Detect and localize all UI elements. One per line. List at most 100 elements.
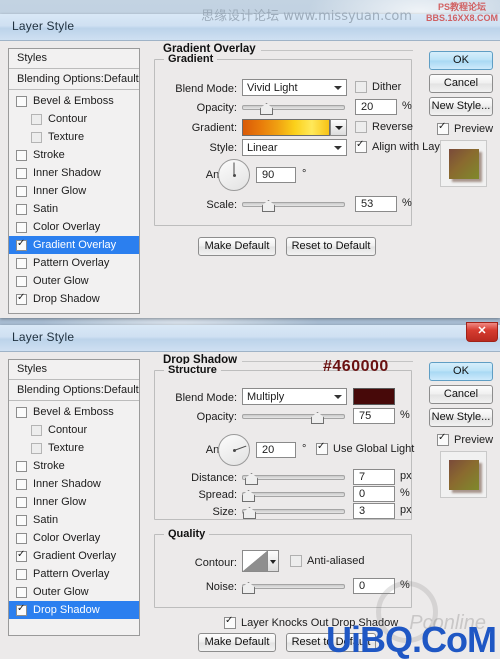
- size-slider[interactable]: [242, 505, 345, 519]
- close-icon[interactable]: ✕: [466, 322, 498, 342]
- size-unit: px: [400, 504, 412, 516]
- effect-gradient-overlay[interactable]: Gradient Overlay: [9, 236, 139, 254]
- style-dropdown[interactable]: Linear: [242, 139, 347, 156]
- checkbox-color-overlay[interactable]: [16, 221, 27, 233]
- effect-stroke[interactable]: Stroke: [9, 146, 139, 164]
- effect-bevel-emboss[interactable]: Bevel & Emboss: [9, 92, 139, 110]
- checkbox-inner-glow[interactable]: [16, 496, 27, 508]
- distance-field[interactable]: 7: [353, 469, 395, 485]
- size-field[interactable]: 3: [353, 503, 395, 519]
- effect-color-overlay[interactable]: Color Overlay: [9, 218, 139, 236]
- angle-unit: °: [302, 443, 307, 455]
- opacity-label: Opacity:: [196, 411, 237, 423]
- cancel-button[interactable]: Cancel: [429, 385, 493, 404]
- effect-stroke[interactable]: Stroke: [9, 457, 139, 475]
- effect-outer-glow[interactable]: Outer Glow: [9, 583, 139, 601]
- effect-satin[interactable]: Satin: [9, 200, 139, 218]
- checkbox-satin[interactable]: [16, 203, 27, 215]
- noise-slider[interactable]: [242, 580, 345, 594]
- angle-field[interactable]: 90: [256, 167, 296, 183]
- effect-inner-shadow[interactable]: Inner Shadow: [9, 164, 139, 182]
- checkbox-inner-shadow[interactable]: [16, 167, 27, 179]
- checkbox-inner-shadow[interactable]: [16, 478, 27, 490]
- checkbox-pattern-overlay[interactable]: [16, 568, 27, 580]
- ok-button[interactable]: OK: [429, 362, 493, 381]
- effect-bevel-emboss[interactable]: Bevel & Emboss: [9, 403, 139, 421]
- blending-options-item[interactable]: Blending Options:Default: [9, 380, 139, 401]
- checkbox-satin[interactable]: [16, 514, 27, 526]
- reverse-checkbox[interactable]: Reverse: [355, 121, 413, 133]
- effect-contour[interactable]: Contour: [9, 421, 139, 439]
- scale-slider[interactable]: [242, 198, 345, 212]
- effect-contour[interactable]: Contour: [9, 110, 139, 128]
- align-with-layer-checkbox[interactable]: Align with Layer: [355, 139, 450, 153]
- opacity-slider[interactable]: [242, 101, 345, 115]
- anti-aliased-checkbox[interactable]: Anti-aliased: [290, 555, 364, 567]
- spread-field[interactable]: 0: [353, 486, 395, 502]
- opacity-slider[interactable]: [242, 410, 345, 424]
- distance-slider[interactable]: [242, 471, 345, 485]
- checkbox-contour[interactable]: [31, 113, 42, 125]
- make-default-button[interactable]: Make Default: [198, 237, 276, 256]
- checkbox-drop-shadow[interactable]: [16, 292, 27, 305]
- effect-texture[interactable]: Texture: [9, 128, 139, 146]
- checkbox-color-overlay[interactable]: [16, 532, 27, 544]
- scale-unit: %: [402, 197, 412, 209]
- angle-dial[interactable]: [218, 434, 250, 466]
- effect-texture[interactable]: Texture: [9, 439, 139, 457]
- effect-color-overlay[interactable]: Color Overlay: [9, 529, 139, 547]
- effect-inner-glow[interactable]: Inner Glow: [9, 182, 139, 200]
- preview-checkbox[interactable]: Preview: [437, 432, 493, 446]
- effect-pattern-overlay[interactable]: Pattern Overlay: [9, 565, 139, 583]
- effect-pattern-overlay[interactable]: Pattern Overlay: [9, 254, 139, 272]
- gradient-picker-dropdown[interactable]: [330, 119, 347, 136]
- contour-preset-dropdown[interactable]: [268, 550, 279, 572]
- checkbox-contour[interactable]: [31, 424, 42, 436]
- opacity-field[interactable]: 75: [353, 408, 395, 424]
- checkbox-bevel-emboss[interactable]: [16, 95, 27, 107]
- use-global-light-checkbox[interactable]: Use Global Light: [316, 441, 414, 455]
- checkbox-outer-glow[interactable]: [16, 275, 27, 287]
- contour-swatch[interactable]: [242, 550, 268, 572]
- preview-checkbox[interactable]: Preview: [437, 121, 493, 135]
- blend-mode-dropdown[interactable]: Vivid Light: [242, 79, 347, 96]
- checkbox-gradient-overlay[interactable]: [16, 238, 27, 251]
- effect-drop-shadow[interactable]: Drop Shadow: [9, 290, 139, 308]
- ok-button[interactable]: OK: [429, 51, 493, 70]
- checkbox-drop-shadow[interactable]: [16, 603, 27, 616]
- cancel-button[interactable]: Cancel: [429, 74, 493, 93]
- new-style-button[interactable]: New Style...: [429, 97, 493, 116]
- blending-options-item[interactable]: Blending Options:Default: [9, 69, 139, 90]
- dither-checkbox[interactable]: Dither: [355, 81, 401, 93]
- spread-slider[interactable]: [242, 488, 345, 502]
- checkbox-stroke[interactable]: [16, 460, 27, 472]
- effect-satin[interactable]: Satin: [9, 511, 139, 529]
- checkbox-inner-glow[interactable]: [16, 185, 27, 197]
- checkbox-texture[interactable]: [31, 442, 42, 454]
- checkbox-texture[interactable]: [31, 131, 42, 143]
- gradient-swatch[interactable]: [242, 119, 330, 136]
- angle-field[interactable]: 20: [256, 442, 296, 458]
- opacity-field[interactable]: 20: [355, 99, 397, 115]
- effect-inner-glow[interactable]: Inner Glow: [9, 493, 139, 511]
- reset-to-default-button[interactable]: Reset to Default: [286, 237, 376, 256]
- checkbox-pattern-overlay[interactable]: [16, 257, 27, 269]
- make-default-button[interactable]: Make Default: [198, 633, 276, 652]
- effect-drop-shadow[interactable]: Drop Shadow: [9, 601, 139, 619]
- checkbox-bevel-emboss[interactable]: [16, 406, 27, 418]
- effect-outer-glow[interactable]: Outer Glow: [9, 272, 139, 290]
- shadow-color-swatch[interactable]: [353, 388, 395, 405]
- new-style-button[interactable]: New Style...: [429, 408, 493, 427]
- blend-mode-dropdown[interactable]: Multiply: [242, 388, 347, 405]
- checkbox-outer-glow[interactable]: [16, 586, 27, 598]
- checkbox-stroke[interactable]: [16, 149, 27, 161]
- scale-field[interactable]: 53: [355, 196, 397, 212]
- hex-color-annotation: #460000: [323, 358, 389, 375]
- dialog2-titlebar[interactable]: Layer Style ✕: [0, 322, 500, 352]
- style-label: Style:: [209, 142, 237, 154]
- angle-dial[interactable]: [218, 159, 250, 191]
- quality-group-label: Quality: [164, 528, 210, 540]
- effect-inner-shadow[interactable]: Inner Shadow: [9, 475, 139, 493]
- checkbox-gradient-overlay[interactable]: [16, 549, 27, 562]
- effect-gradient-overlay[interactable]: Gradient Overlay: [9, 547, 139, 565]
